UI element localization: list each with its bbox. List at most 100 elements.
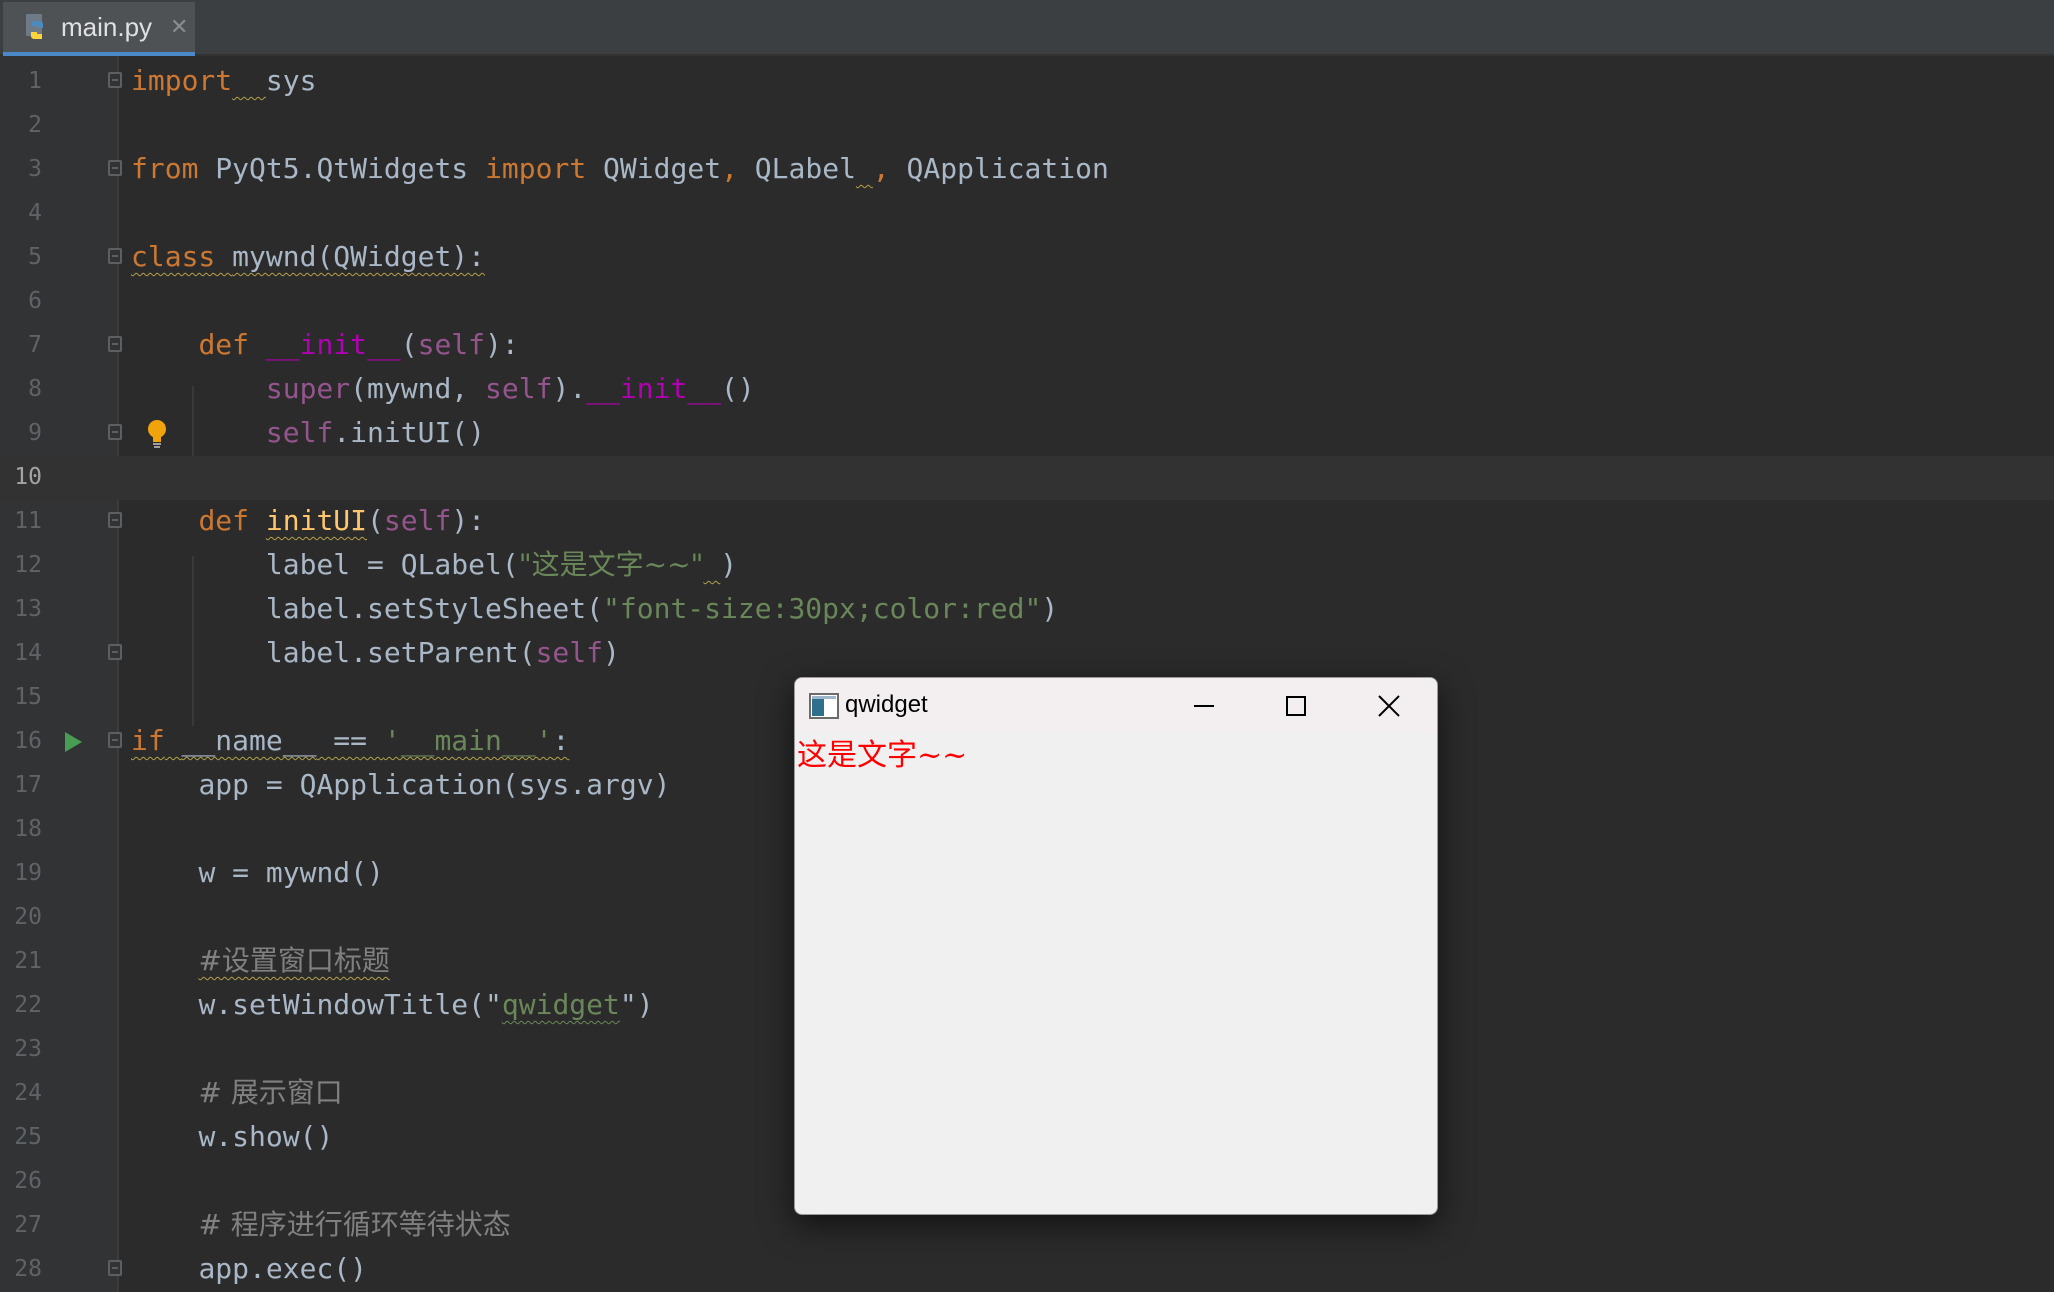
- code-text: w.show(): [198, 1120, 334, 1153]
- code-text: w = mywnd(): [198, 856, 384, 889]
- maximize-button[interactable]: [1252, 678, 1340, 734]
- window-title-bar[interactable]: qwidget: [795, 678, 1437, 734]
- editor-tab-bar: main.py ✕: [0, 0, 2054, 56]
- line-number: 2: [28, 112, 42, 138]
- code-line-6[interactable]: 6: [0, 280, 2054, 324]
- class-declaration: mywnd(QWidget):: [232, 240, 486, 273]
- method-call: __init__: [586, 372, 722, 405]
- comment: # 展示窗口: [198, 1076, 343, 1109]
- keyword: if: [131, 724, 165, 757]
- fold-marker-icon[interactable]: [108, 644, 122, 660]
- line-number: 1: [28, 68, 42, 94]
- keyword: import: [131, 64, 233, 97]
- fold-marker-icon[interactable]: [108, 160, 122, 176]
- fold-marker-icon[interactable]: [108, 1260, 122, 1276]
- line-number: 10: [14, 464, 42, 490]
- window-title: qwidget: [845, 691, 928, 718]
- tab-main-py[interactable]: main.py ✕: [3, 2, 195, 56]
- qwidget-window[interactable]: qwidget 这是文字~~: [794, 677, 1438, 1215]
- line-number: 24: [14, 1080, 42, 1106]
- import-name: QApplication: [906, 152, 1109, 185]
- code-line-2[interactable]: 2: [0, 104, 2054, 148]
- code-line-5[interactable]: 5 class mywnd(QWidget):: [0, 236, 2054, 280]
- code-line-1[interactable]: 1 import sys: [0, 60, 2054, 104]
- code-text: label = QLabel(: [265, 548, 519, 581]
- code-text: w.setWindowTitle(": [198, 988, 502, 1021]
- string-literal: qwidget: [501, 988, 620, 1021]
- code-line-9[interactable]: 9 self.initUI(): [0, 412, 2054, 456]
- code-line-8[interactable]: 8 super(mywnd, self).__init__(): [0, 368, 2054, 412]
- code-text: ): [720, 548, 738, 581]
- code-line-13[interactable]: 13 label.setStyleSheet("font-size:30px;c…: [0, 588, 2054, 632]
- fold-marker-icon[interactable]: [108, 512, 122, 528]
- operator: ==: [316, 724, 384, 757]
- fold-marker-icon[interactable]: [108, 72, 122, 88]
- code-line-10[interactable]: 10: [0, 456, 2054, 500]
- line-number: 16: [14, 728, 42, 754]
- line-number: 27: [14, 1212, 42, 1238]
- fold-marker-icon[interactable]: [108, 732, 122, 748]
- super-args: mywnd,: [367, 372, 486, 405]
- keyword: class: [131, 240, 216, 273]
- line-number: 3: [28, 156, 42, 182]
- line-number: 7: [28, 332, 42, 358]
- fold-marker-icon[interactable]: [108, 336, 122, 352]
- line-number: 23: [14, 1036, 42, 1062]
- close-icon: [1378, 695, 1400, 717]
- line-number: 18: [14, 816, 42, 842]
- package-name: PyQt5.QtWidgets: [215, 152, 469, 185]
- string-literal: "font-size:30px;color:red": [603, 592, 1042, 625]
- line-number: 17: [14, 772, 42, 798]
- line-number: 4: [28, 200, 42, 226]
- code-text: :: [552, 724, 570, 757]
- run-icon[interactable]: [62, 730, 84, 754]
- line-number: 22: [14, 992, 42, 1018]
- string-literal: '__main__': [383, 724, 553, 757]
- comment: # 程序进行循环等待状态: [198, 1208, 511, 1241]
- method-name: initUI: [265, 504, 368, 537]
- fold-marker-icon[interactable]: [108, 424, 122, 440]
- import-name: QWidget: [603, 152, 722, 185]
- code-line-14[interactable]: 14 label.setParent(self): [0, 632, 2054, 676]
- module-name: sys: [265, 64, 317, 97]
- keyword: from: [131, 152, 199, 185]
- code-line-7[interactable]: 7 def __init__(self):: [0, 324, 2054, 368]
- code-text: ): [1041, 592, 1059, 625]
- method-name: __init__: [265, 328, 401, 361]
- self-ref: self: [535, 636, 604, 669]
- code-text: label.setStyleSheet(: [265, 592, 604, 625]
- app-window-icon: [809, 693, 839, 719]
- code-line-28[interactable]: 28 app.exec(): [0, 1248, 2054, 1292]
- line-number: 6: [28, 288, 42, 314]
- self-param: self: [417, 328, 486, 361]
- close-tab-icon[interactable]: ✕: [170, 14, 188, 40]
- import-name: QLabel: [754, 152, 856, 185]
- line-number: 28: [14, 1256, 42, 1282]
- line-number: 13: [14, 596, 42, 622]
- fold-marker-icon[interactable]: [108, 248, 122, 264]
- code-line-11[interactable]: 11 def initUI(self):: [0, 500, 2054, 544]
- keyword: import: [485, 152, 587, 185]
- string-literal: "这是文字~~": [518, 548, 704, 581]
- tab-filename: main.py: [61, 11, 153, 42]
- line-number: 20: [14, 904, 42, 930]
- keyword: def: [198, 504, 250, 537]
- line-number: 26: [14, 1168, 42, 1194]
- line-number: 5: [28, 244, 42, 270]
- maximize-icon: [1286, 696, 1306, 716]
- self-ref: self: [265, 416, 334, 449]
- line-number: 25: [14, 1124, 42, 1150]
- line-number: 19: [14, 860, 42, 886]
- line-number: 21: [14, 948, 42, 974]
- line-number: 11: [14, 508, 42, 534]
- code-line-4[interactable]: 4: [0, 192, 2054, 236]
- line-number: 14: [14, 640, 42, 666]
- self-param: self: [383, 504, 452, 537]
- line-number: 9: [28, 420, 42, 446]
- code-text: app.exec(): [198, 1252, 368, 1285]
- close-button[interactable]: [1345, 678, 1433, 734]
- code-line-3[interactable]: 3 from PyQt5.QtWidgets import QWidget, Q…: [0, 148, 2054, 192]
- code-line-12[interactable]: 12 label = QLabel("这是文字~~" ): [0, 544, 2054, 588]
- minimize-button[interactable]: [1160, 678, 1248, 734]
- python-file-icon: [26, 14, 43, 39]
